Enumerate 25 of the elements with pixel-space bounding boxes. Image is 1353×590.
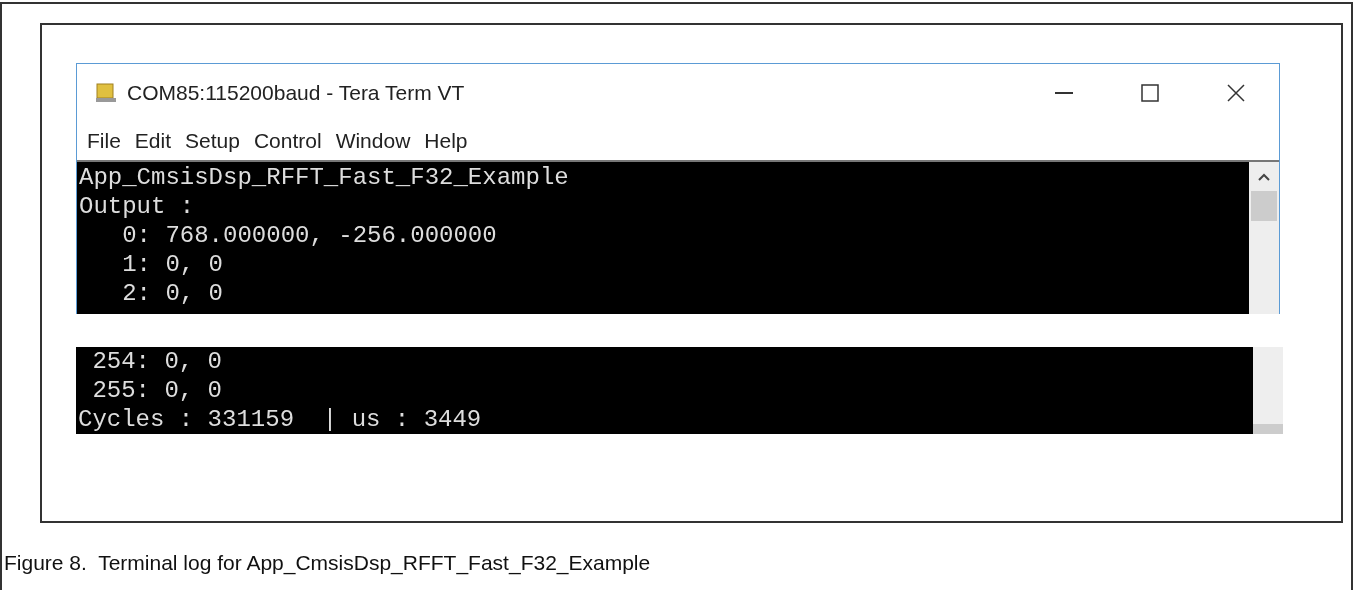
scroll-thumb[interactable] (1253, 424, 1283, 434)
app-icon (95, 82, 117, 104)
menu-item[interactable]: Edit (128, 129, 178, 153)
menu-item[interactable]: Window (329, 129, 417, 153)
terminal-line: 255: 0, 0 (91, 376, 224, 405)
terminal-line: 0: 768.000000, -256.000000 (121, 221, 498, 250)
caret-up-icon (1258, 173, 1270, 181)
scroll-thumb[interactable] (1251, 191, 1277, 221)
terminal-line: Output : (79, 192, 196, 221)
scrollbar[interactable] (1253, 347, 1283, 434)
menu-item[interactable]: Help (418, 129, 474, 153)
menu-item[interactable]: Setup (179, 129, 246, 153)
terminal-line: App_CmsisDsp_RFFT_Fast_F32_Example (79, 163, 570, 192)
minimize-icon (1055, 92, 1073, 94)
terminal-line: 1: 0, 0 (121, 250, 225, 279)
terminal-line: Cycles : 331159 | us : 3449 (78, 405, 483, 434)
figure-caption: Figure 8. Terminal log for App_CmsisDsp_RFFT_Fast_F32_Example (3, 551, 652, 575)
menu-item[interactable]: Control (247, 129, 328, 153)
window-title: COM85:115200baud - Tera Term VT (127, 81, 466, 105)
terminal-line: 254: 0, 0 (91, 347, 224, 376)
menu-item[interactable]: File (81, 129, 127, 153)
close-icon (1227, 84, 1245, 102)
scrollbar[interactable] (1249, 162, 1279, 314)
terminal-line: 2: 0, 0 (121, 279, 225, 308)
maximize-icon (1141, 84, 1159, 102)
